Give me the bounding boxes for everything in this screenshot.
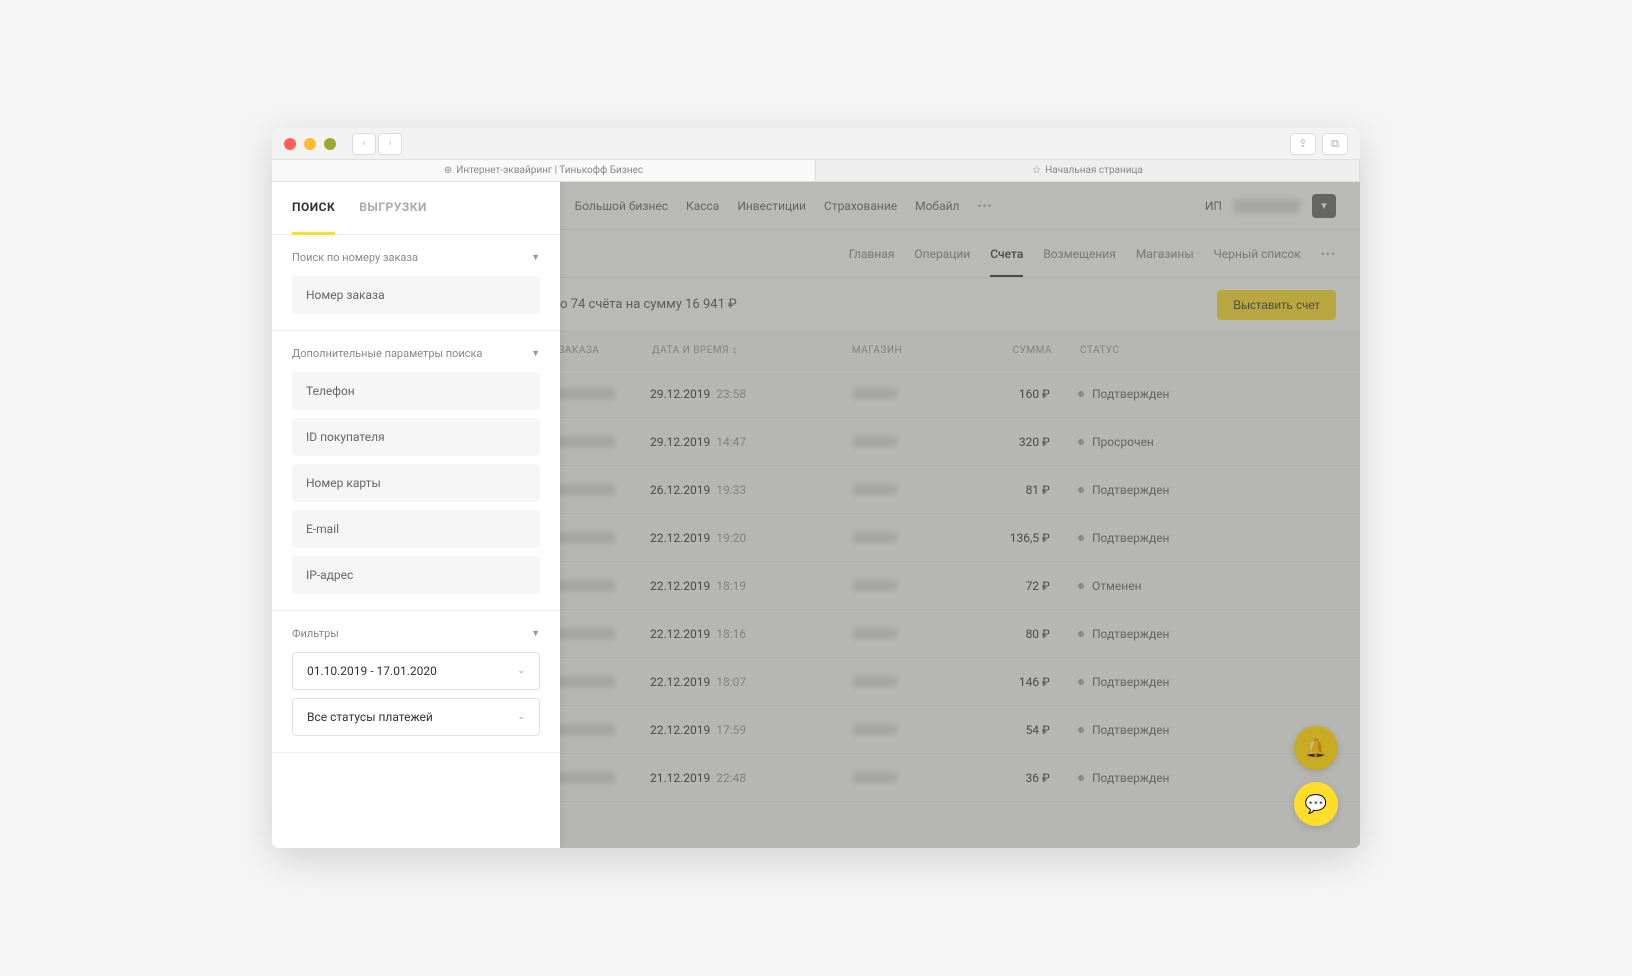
additional-params-section: Дополнительные параметры поиска ▼ Телефо…	[272, 331, 560, 611]
chevron-down-icon: ⌄	[517, 666, 525, 676]
order-number-input[interactable]: Номер заказа	[292, 276, 540, 314]
tab-title: Интернет-эквайринг | Тинькофф Бизнес	[456, 165, 643, 176]
browser-chrome: ‹ › ⇪ ⧉	[272, 128, 1360, 160]
tab-search[interactable]: ПОИСК	[292, 182, 335, 235]
nav-buttons: ‹ ›	[352, 133, 402, 155]
card-number-input[interactable]: Номер карты	[292, 464, 540, 502]
section-title: Фильтры	[292, 627, 339, 640]
panel-tabs: ПОИСК ВЫГРУЗКИ	[272, 182, 560, 235]
forward-button[interactable]: ›	[378, 133, 402, 155]
traffic-lights	[284, 138, 336, 150]
chevron-down-icon: ▼	[531, 252, 540, 263]
section-header[interactable]: Фильтры ▼	[292, 627, 540, 640]
search-by-order-section: Поиск по номеру заказа ▼ Номер заказа	[272, 235, 560, 331]
ip-address-input[interactable]: IP-адрес	[292, 556, 540, 594]
chrome-right: ⇪ ⧉	[1290, 133, 1348, 155]
date-range-value: 01.10.2019 - 17.01.2020	[307, 664, 437, 678]
back-button[interactable]: ‹	[352, 133, 376, 155]
section-title: Дополнительные параметры поиска	[292, 347, 482, 360]
bell-icon: 🔔	[1305, 738, 1327, 759]
share-icon[interactable]: ⇪	[1290, 133, 1316, 155]
section-title: Поиск по номеру заказа	[292, 251, 418, 264]
email-input[interactable]: E-mail	[292, 510, 540, 548]
chevron-down-icon: ▼	[531, 348, 540, 359]
tab-favicon-icon: ⊛	[444, 165, 452, 176]
chevron-down-icon: ⌄	[517, 712, 525, 722]
tab-favicon-icon: ☆	[1032, 165, 1041, 176]
minimize-window-icon[interactable]	[304, 138, 316, 150]
chat-fab[interactable]: 💬	[1294, 782, 1338, 826]
status-filter-value: Все статусы платежей	[307, 710, 433, 724]
close-window-icon[interactable]	[284, 138, 296, 150]
search-panel: ПОИСК ВЫГРУЗКИ Поиск по номеру заказа ▼ …	[272, 182, 560, 848]
tab-bar: ⊛ Интернет-эквайринг | Тинькофф Бизнес ☆…	[272, 160, 1360, 182]
filters-section: Фильтры ▼ 01.10.2019 - 17.01.2020 ⌄ Все …	[272, 611, 560, 753]
browser-tab-1[interactable]: ⊛ Интернет-эквайринг | Тинькофф Бизнес	[272, 160, 816, 181]
browser-tab-2[interactable]: ☆ Начальная страница	[816, 160, 1360, 181]
phone-input[interactable]: Телефон	[292, 372, 540, 410]
tabs-icon[interactable]: ⧉	[1322, 133, 1348, 155]
chevron-down-icon: ▼	[531, 628, 540, 639]
customer-id-input[interactable]: ID покупателя	[292, 418, 540, 456]
chat-icon: 💬	[1305, 794, 1327, 815]
content-wrap: ⌬ ТИНЬКОФФ Банк Малый бизнес Большой биз…	[272, 182, 1360, 848]
tab-exports[interactable]: ВЫГРУЗКИ	[359, 182, 427, 234]
notifications-fab[interactable]: 🔔	[1294, 726, 1338, 770]
status-filter-select[interactable]: Все статусы платежей ⌄	[292, 698, 540, 736]
fab-container: 🔔 💬	[1294, 726, 1338, 826]
section-header[interactable]: Поиск по номеру заказа ▼	[292, 251, 540, 264]
maximize-window-icon[interactable]	[324, 138, 336, 150]
browser-window: ‹ › ⇪ ⧉ ⊛ Интернет-эквайринг | Тинькофф …	[272, 128, 1360, 848]
tab-title: Начальная страница	[1045, 165, 1143, 176]
date-range-select[interactable]: 01.10.2019 - 17.01.2020 ⌄	[292, 652, 540, 690]
section-header[interactable]: Дополнительные параметры поиска ▼	[292, 347, 540, 360]
